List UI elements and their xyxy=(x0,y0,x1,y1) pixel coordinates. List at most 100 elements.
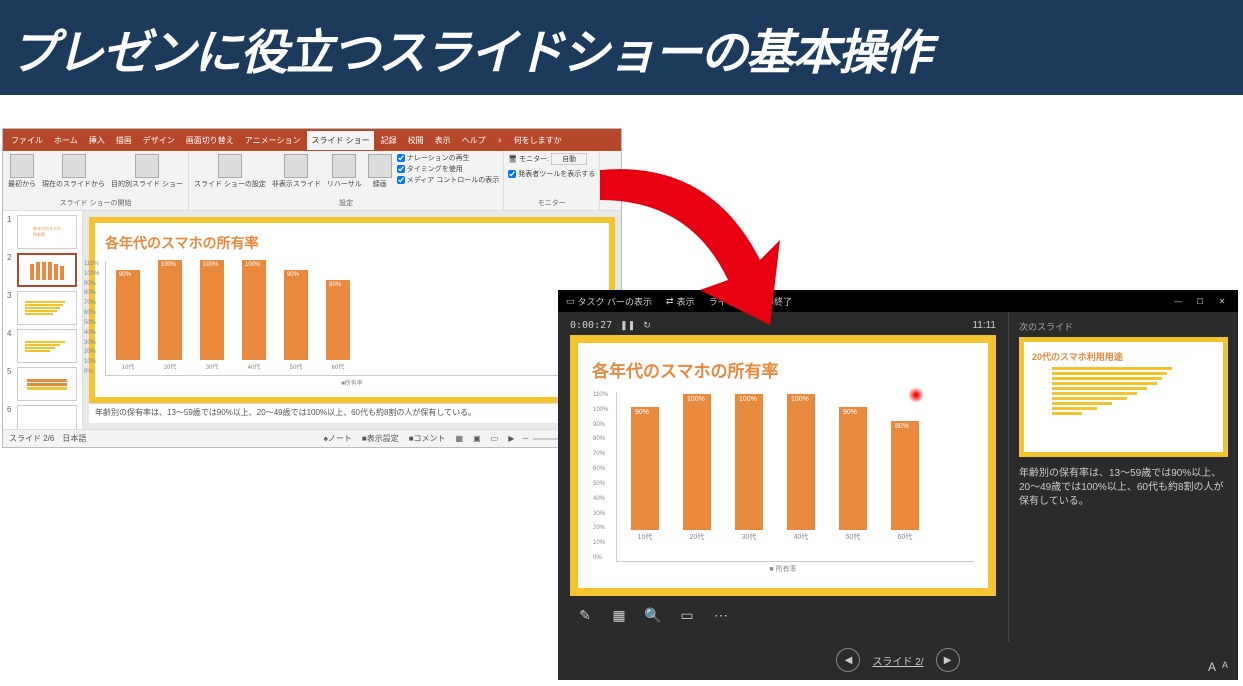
monitor-select[interactable]: 自動 xyxy=(551,153,587,165)
bar-column: 80%60代 xyxy=(326,280,350,371)
comments-button[interactable]: ■コメント xyxy=(406,433,449,444)
bar-value-label: 100% xyxy=(161,262,176,268)
prev-slide-button[interactable]: ◀ xyxy=(836,648,860,672)
pen-icon[interactable]: ✎ xyxy=(574,604,596,626)
pause-icon[interactable]: ❚❚ xyxy=(620,320,635,331)
notes-pane[interactable]: 年齢別の保有率は、13～59歳では90%以上、20～49歳では100%以上、60… xyxy=(89,403,615,423)
slide-counter[interactable]: スライド 2/ xyxy=(872,653,923,668)
bar-column: 100% 30代 xyxy=(735,394,763,542)
monitor-icon: 🖥 xyxy=(508,155,517,163)
show-taskbar-button[interactable]: ▭タスク バーの表示 xyxy=(566,295,652,308)
tab-design[interactable]: デザイン xyxy=(139,131,179,150)
presenter-view-window: ▭タスク バーの表示 ⇄表示 ライド ショーの終了 — ☐ ✕ 0:00:27 … xyxy=(558,290,1238,680)
bar-column: 100%30代 xyxy=(200,260,224,371)
next-slide-chart xyxy=(1032,367,1215,415)
display-settings-button[interactable]: ⇄表示 xyxy=(666,295,695,308)
slide-thumbnail[interactable] xyxy=(17,405,77,429)
slide-thumbnail[interactable]: 各年代のスマホ所有率 xyxy=(17,215,77,249)
presenter-tools: ✎ ▦ 🔍 ▭ ⋯ xyxy=(570,596,996,634)
x-axis-label: 10代 xyxy=(638,532,653,542)
tab-insert[interactable]: 挿入 xyxy=(85,131,109,150)
bar-value-label: 90% xyxy=(287,272,299,278)
x-axis-label: 40代 xyxy=(794,532,809,542)
slide-thumbnail[interactable] xyxy=(17,329,77,363)
x-axis-label: 30代 xyxy=(742,532,757,542)
next-slide-button[interactable]: ▶ xyxy=(936,648,960,672)
chart-bar: 100% xyxy=(735,394,763,530)
language-indicator[interactable]: 日本語 xyxy=(62,433,86,444)
custom-show-button[interactable]: 目的別スライド ショー xyxy=(110,153,184,190)
slide-canvas[interactable]: 各年代のスマホの所有率 110%100%90%80%70%60%50%40%30… xyxy=(89,217,615,403)
lightbulb-icon: ♀ xyxy=(493,132,507,149)
banner-title: プレゼンに役立つスライドショーの基本操作 xyxy=(10,13,930,83)
timings-checkbox[interactable]: タイミングを使用 xyxy=(397,164,499,174)
hide-slide-button[interactable]: 非表示スライド xyxy=(271,153,322,190)
powerpoint-editor-window: ファイル ホーム 挿入 描画 デザイン 画面切り替え アニメーション スライド … xyxy=(2,128,622,448)
from-beginning-button[interactable]: 最初から xyxy=(7,153,37,190)
display-settings-button[interactable]: ■表示設定 xyxy=(359,433,402,444)
hide-icon xyxy=(284,154,308,178)
maximize-icon[interactable]: ☐ xyxy=(1192,295,1208,307)
presenter-menubar: ▭タスク バーの表示 ⇄表示 ライド ショーの終了 — ☐ ✕ xyxy=(558,290,1238,312)
setup-icon xyxy=(218,154,242,178)
normal-view-icon[interactable]: ▦ xyxy=(453,434,467,443)
font-larger-button[interactable]: A xyxy=(1208,660,1216,674)
slide-chart: 110%100%90%80%70%60%50%40%30%20%10%0% 90… xyxy=(105,261,599,376)
more-options-icon[interactable]: ⋯ xyxy=(710,604,732,626)
black-screen-icon[interactable]: ▭ xyxy=(676,604,698,626)
bar-value-label: 90% xyxy=(635,409,649,416)
tab-review[interactable]: 校閲 xyxy=(404,131,428,150)
rehearse-button[interactable]: リハーサル xyxy=(326,153,363,190)
bar-value-label: 100% xyxy=(687,396,705,403)
minimize-icon[interactable]: — xyxy=(1170,295,1186,307)
next-slide-preview[interactable]: 20代のスマホ利用用途 xyxy=(1019,337,1228,457)
bar-column: 100%20代 xyxy=(158,260,182,371)
slide-thumbnail[interactable] xyxy=(17,291,77,325)
notes-button[interactable]: ♠ノート xyxy=(321,433,355,444)
x-axis-label: 40代 xyxy=(248,362,261,371)
tab-animations[interactable]: アニメーション xyxy=(241,131,305,150)
status-bar: スライド 2/6 日本語 ♠ノート ■表示設定 ■コメント ▦ ▣ ▭ ▶ － … xyxy=(3,429,621,447)
bar-value-label: 90% xyxy=(843,409,857,416)
record-button[interactable]: 録画 xyxy=(367,153,393,190)
tab-help[interactable]: ヘルプ xyxy=(458,131,490,150)
tell-me[interactable]: 何をしますか xyxy=(510,131,566,150)
media-checkbox[interactable]: メディア コントロールの表示 xyxy=(397,175,499,185)
tab-record[interactable]: 記録 xyxy=(377,131,401,150)
tab-draw[interactable]: 描画 xyxy=(112,131,136,150)
slideshow-view-icon[interactable]: ▶ xyxy=(505,434,517,443)
sorter-view-icon[interactable]: ▣ xyxy=(470,434,484,443)
presenter-view-checkbox[interactable]: 発表者ツールを表示する xyxy=(508,169,595,179)
slide-thumbnail[interactable] xyxy=(17,253,77,287)
clock: 11:11 xyxy=(972,320,996,331)
tab-home[interactable]: ホーム xyxy=(50,131,82,150)
chart-bar: 90% xyxy=(116,270,140,360)
tab-transitions[interactable]: 画面切り替え xyxy=(182,131,238,150)
font-smaller-button[interactable]: A xyxy=(1222,660,1228,674)
x-axis-label: 60代 xyxy=(898,532,913,542)
tab-slideshow[interactable]: スライド ショー xyxy=(307,131,373,150)
x-axis-label: 20代 xyxy=(690,532,705,542)
zoom-out-button[interactable]: － xyxy=(521,433,529,444)
close-icon[interactable]: ✕ xyxy=(1214,295,1230,307)
tab-file[interactable]: ファイル xyxy=(7,131,47,150)
reset-icon[interactable]: ↻ xyxy=(643,320,651,331)
slide-thumbnail[interactable] xyxy=(17,367,77,401)
see-all-slides-icon[interactable]: ▦ xyxy=(608,604,630,626)
zoom-icon[interactable]: 🔍 xyxy=(642,604,664,626)
reading-view-icon[interactable]: ▭ xyxy=(488,434,502,443)
record-icon xyxy=(368,154,392,178)
setup-button[interactable]: スライド ショーの設定 xyxy=(193,153,267,190)
bar-value-label: 80% xyxy=(895,423,909,430)
chart-legend: ■ 所有率 xyxy=(592,564,974,574)
end-show-button[interactable]: ライド ショーの終了 xyxy=(709,295,793,308)
ribbon-group-label: モニター xyxy=(508,198,595,208)
presenter-main: 0:00:27 ❚❚ ↻ 11:11 各年代のスマホの所有率 110%100%9… xyxy=(558,312,1008,642)
bar-column: 100% 20代 xyxy=(683,394,711,542)
chart-bar: 100% xyxy=(683,394,711,530)
narration-checkbox[interactable]: ナレーションの再生 xyxy=(397,153,499,163)
tab-view[interactable]: 表示 xyxy=(431,131,455,150)
bar-column: 100%40代 xyxy=(787,394,815,542)
slide-counter[interactable]: スライド 2/6 xyxy=(9,433,54,444)
from-current-button[interactable]: 現在のスライドから xyxy=(41,153,106,190)
